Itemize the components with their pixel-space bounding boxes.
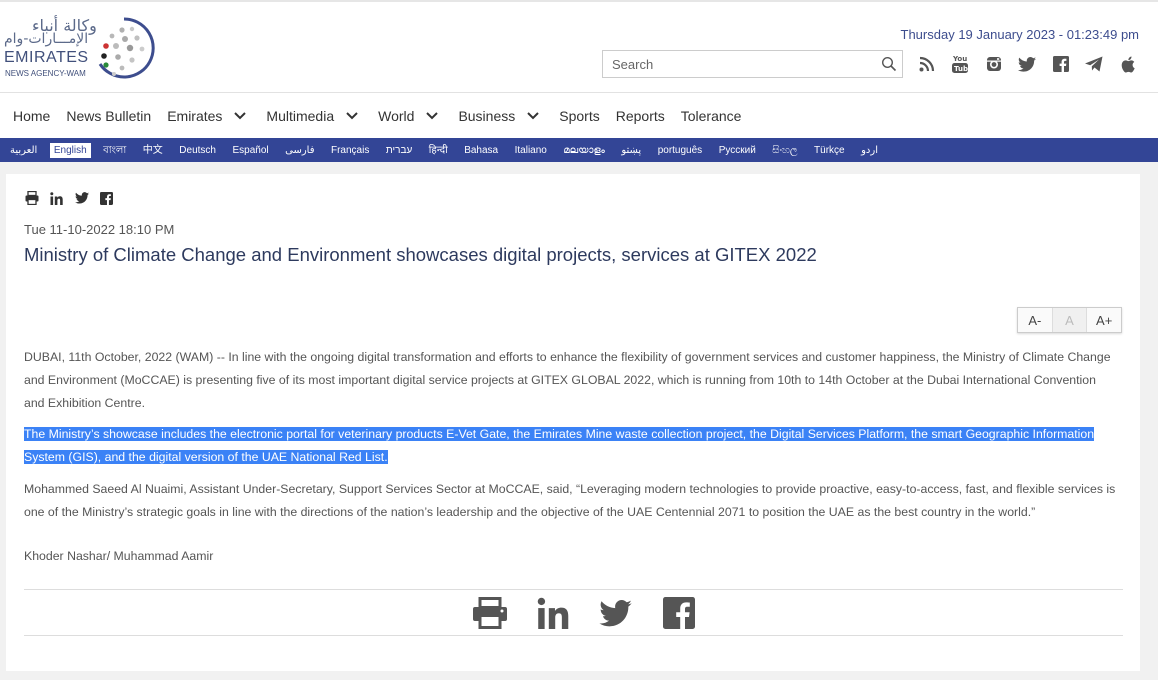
linkedin-icon[interactable] bbox=[50, 190, 75, 206]
lang-pashto[interactable]: پښتو bbox=[617, 143, 645, 158]
nav-sports-label: Sports bbox=[559, 107, 600, 124]
nav-world[interactable]: World bbox=[378, 93, 442, 138]
article-author: Khoder Nashar/ Muhammad Aamir bbox=[24, 549, 214, 563]
site-header: وكالة أنباء الإمـــارات-وام EMIRATES NEW… bbox=[0, 0, 1158, 93]
lang-portuguese[interactable]: português bbox=[654, 143, 706, 158]
social-links: You Tube bbox=[910, 52, 1145, 76]
lang-french[interactable]: Français bbox=[327, 143, 373, 158]
linkedin-icon[interactable] bbox=[521, 596, 584, 630]
nav-news-bulletin[interactable]: News Bulletin bbox=[66, 93, 151, 138]
lang-chinese[interactable]: 中文 bbox=[139, 143, 167, 158]
lang-spanish[interactable]: Español bbox=[228, 143, 272, 158]
nav-tolerance-label: Tolerance bbox=[680, 107, 742, 124]
apple-icon[interactable] bbox=[1111, 52, 1145, 76]
lang-russian[interactable]: Русский bbox=[715, 143, 760, 158]
print-icon[interactable] bbox=[458, 596, 521, 630]
print-icon[interactable] bbox=[25, 190, 50, 206]
article-title: Ministry of Climate Change and Environme… bbox=[24, 244, 817, 265]
facebook-icon[interactable] bbox=[1044, 52, 1078, 76]
lang-arabic[interactable]: العربية bbox=[6, 143, 41, 158]
search-input[interactable] bbox=[603, 51, 863, 77]
logo-name: EMIRATES bbox=[4, 49, 89, 66]
wam-logo[interactable]: وكالة أنباء الإمـــارات-وام EMIRATES NEW… bbox=[4, 16, 155, 82]
nav-business-label: Business bbox=[458, 107, 516, 124]
lang-malayalam[interactable]: മലയാളം bbox=[559, 143, 608, 158]
logo-subtitle: NEWS AGENCY-WAM bbox=[5, 69, 86, 78]
share-toolbar-top bbox=[25, 190, 125, 206]
lang-hindi[interactable]: हिन्दी bbox=[425, 143, 452, 158]
font-reset-button[interactable]: A bbox=[1051, 308, 1088, 332]
nav-home-label: Home bbox=[13, 107, 51, 124]
share-toolbar-bottom bbox=[24, 589, 1123, 636]
current-datetime: Thursday 19 January 2023 - 01:23:49 pm bbox=[900, 27, 1139, 42]
twitter-share-icon[interactable] bbox=[75, 190, 100, 206]
globe-logo-icon bbox=[98, 17, 155, 79]
nav-home[interactable]: Home bbox=[13, 93, 50, 138]
language-bar: العربية English বাংলা 中文 Deutsch Español… bbox=[0, 138, 1158, 162]
twitter-share-icon[interactable] bbox=[584, 596, 647, 630]
youtube-icon[interactable]: You Tube bbox=[944, 52, 978, 76]
lang-persian[interactable]: فارسی bbox=[281, 143, 318, 158]
selected-text: The Ministry’s showcase includes the ele… bbox=[24, 427, 1095, 464]
logo-arabic-line2: الإمـــارات-وام bbox=[4, 31, 89, 47]
facebook-share-icon[interactable] bbox=[647, 596, 710, 630]
nav-world-label: World bbox=[378, 107, 415, 124]
font-decrease-button[interactable]: A- bbox=[1018, 308, 1052, 332]
svg-text:Tube: Tube bbox=[954, 65, 968, 73]
search-box bbox=[602, 50, 903, 78]
lang-bahasa[interactable]: Bahasa bbox=[460, 143, 502, 158]
main-nav: Home News Bulletin Emirates Multimedia W… bbox=[0, 93, 1158, 138]
article-paragraph: DUBAI, 11th October, 2022 (WAM) -- In li… bbox=[24, 350, 1111, 410]
chevron-down-icon bbox=[527, 111, 539, 119]
article-container: Tue 11-10-2022 18:10 PM Ministry of Clim… bbox=[6, 174, 1140, 671]
search-icon[interactable] bbox=[881, 56, 897, 72]
chevron-down-icon bbox=[234, 111, 247, 119]
nav-sports[interactable]: Sports bbox=[559, 93, 599, 138]
nav-multimedia[interactable]: Multimedia bbox=[266, 93, 362, 138]
lang-urdu[interactable]: اردو bbox=[857, 143, 882, 158]
nav-tolerance[interactable]: Tolerance bbox=[681, 93, 742, 138]
font-increase-button[interactable]: A+ bbox=[1087, 308, 1121, 332]
lang-english[interactable]: English bbox=[49, 142, 91, 158]
article-paragraph: Mohammed Saeed Al Nuaimi, Assistant Unde… bbox=[24, 482, 1116, 519]
nav-emirates-label: Emirates bbox=[167, 107, 223, 124]
nav-reports-label: Reports bbox=[615, 107, 665, 124]
font-size-controls: A- A A+ bbox=[1017, 307, 1122, 333]
lang-hebrew[interactable]: עברית bbox=[382, 143, 416, 158]
facebook-share-icon[interactable] bbox=[100, 190, 125, 206]
article-date: Tue 11-10-2022 18:10 PM bbox=[24, 222, 175, 237]
nav-news-bulletin-label: News Bulletin bbox=[66, 107, 152, 124]
lang-sinhala[interactable]: සිංහල bbox=[768, 143, 801, 158]
lang-italian[interactable]: Italiano bbox=[511, 143, 551, 158]
lang-turkish[interactable]: Türkçe bbox=[810, 143, 849, 158]
nav-multimedia-label: Multimedia bbox=[266, 107, 335, 124]
lang-german[interactable]: Deutsch bbox=[175, 143, 220, 158]
twitter-icon[interactable] bbox=[1011, 52, 1045, 76]
article-paragraph-selected: The Ministry’s showcase includes the ele… bbox=[24, 423, 1116, 469]
nav-business[interactable]: Business bbox=[458, 93, 543, 138]
svg-text:You: You bbox=[952, 55, 967, 63]
chevron-down-icon bbox=[426, 111, 439, 119]
nav-emirates[interactable]: Emirates bbox=[167, 93, 250, 138]
rss-icon[interactable] bbox=[910, 52, 944, 76]
telegram-icon[interactable] bbox=[1078, 52, 1112, 76]
chevron-down-icon bbox=[346, 111, 358, 119]
lang-bengali[interactable]: বাংলা bbox=[99, 143, 130, 158]
instagram-icon[interactable] bbox=[977, 52, 1011, 76]
nav-reports[interactable]: Reports bbox=[616, 93, 665, 138]
